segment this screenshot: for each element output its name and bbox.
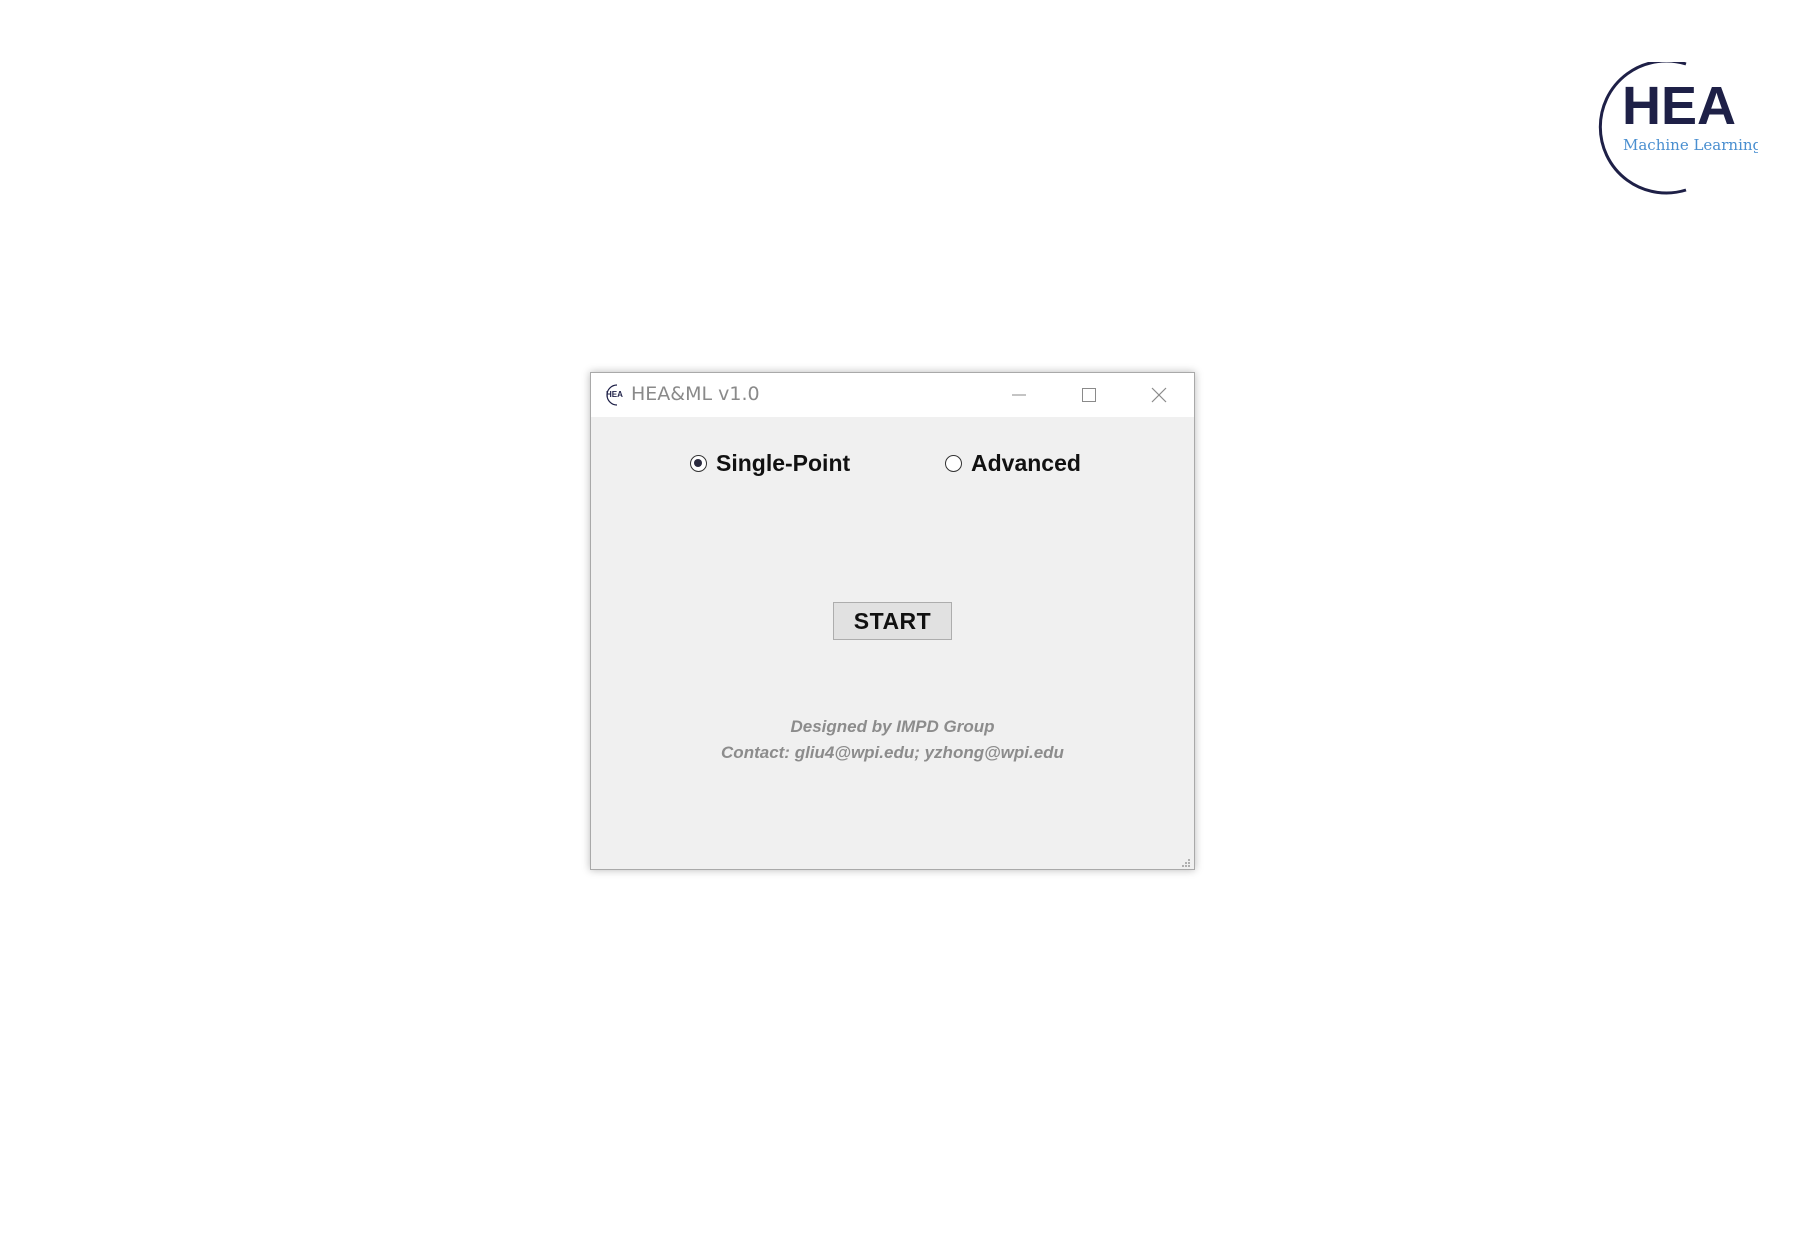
resize-grip-icon[interactable] (1180, 856, 1192, 868)
radio-advanced-label[interactable]: Advanced (971, 450, 1081, 477)
window-client-area (591, 417, 1194, 869)
hea-app-icon: HEA (603, 383, 627, 407)
radio-single-point[interactable]: Single-Point (690, 450, 850, 477)
minimize-icon (1012, 394, 1026, 396)
start-button[interactable]: START (833, 602, 952, 640)
hea-logo: HEA Machine Learning (1598, 62, 1758, 198)
maximize-icon (1082, 388, 1096, 402)
maximize-button[interactable] (1054, 373, 1124, 417)
radio-unchecked-icon[interactable] (945, 455, 962, 472)
logo-subtitle: Machine Learning (1623, 136, 1758, 154)
close-icon (1151, 387, 1167, 403)
desktop-page: HEA Machine Learning HEA HEA&ML v1.0 Sin… (0, 0, 1800, 1260)
radio-single-point-label[interactable]: Single-Point (716, 450, 850, 477)
credits-designer: Designed by IMPD Group (790, 717, 995, 736)
close-button[interactable] (1124, 373, 1194, 417)
radio-advanced[interactable]: Advanced (945, 450, 1081, 477)
minimize-button[interactable] (984, 373, 1054, 417)
credits-contact: Contact: gliu4@wpi.edu; yzhong@wpi.edu (721, 743, 1064, 762)
logo-title: HEA (1622, 76, 1736, 136)
svg-text:HEA: HEA (606, 390, 623, 399)
window-title: HEA&ML v1.0 (631, 383, 760, 405)
window-titlebar[interactable]: HEA HEA&ML v1.0 (591, 373, 1194, 417)
radio-checked-icon[interactable] (690, 455, 707, 472)
